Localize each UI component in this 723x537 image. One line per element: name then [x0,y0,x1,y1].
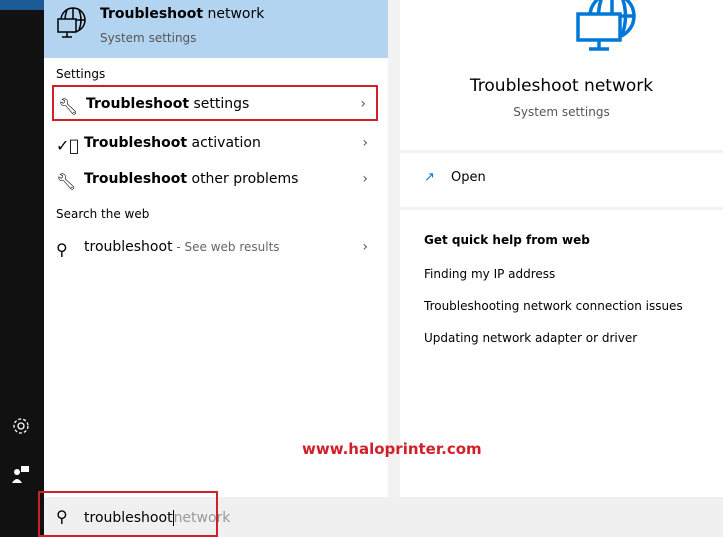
settings-item-troubleshoot-settings[interactable]: 🔧︎ Troubleshoot settings › [52,85,378,121]
best-match-item[interactable]: Troubleshoot network System settings [44,0,388,58]
gear-icon[interactable] [10,415,32,437]
settings-header: Settings [56,67,106,81]
preview-panel: Troubleshoot network System settings ↗ O… [400,0,723,497]
help-header: Get quick help from web [424,233,590,247]
chevron-right-icon: › [362,239,368,255]
feedback-icon[interactable] [10,463,32,485]
check-circle-icon: ✓⃝ [56,136,80,155]
wrench-icon: 🔧︎ [58,97,79,116]
chevron-right-icon: › [360,96,366,112]
help-link[interactable]: Updating network adapter or driver [424,331,637,345]
best-match-subtitle: System settings [100,31,197,45]
chevron-right-icon: › [362,171,368,187]
web-search-item[interactable]: ⚲ troubleshoot - See web results › [52,230,378,266]
preview-title: Troubleshoot network [469,76,654,96]
divider [400,150,723,153]
chevron-right-icon: › [362,135,368,151]
help-link[interactable]: Troubleshooting network connection issue… [424,299,683,313]
wrench-icon: 🔧︎ [56,172,77,191]
help-link[interactable]: Finding my IP address [424,267,555,281]
watermark: www.haloprinter.com [302,440,482,458]
settings-item-troubleshoot-activation[interactable]: ✓⃝ Troubleshoot activation › [52,126,378,162]
divider [400,207,723,210]
web-header: Search the web [56,207,150,221]
preview-subtitle: System settings [513,105,610,119]
best-match-title: Troubleshoot network [100,6,265,22]
network-troubleshoot-icon [576,0,636,51]
start-sidebar [0,0,44,537]
sidebar-top-accent [0,0,44,10]
results-panel: Troubleshoot network System settings Set… [44,0,388,497]
open-icon: ↗ [424,170,435,185]
search-icon: ⚲ [56,240,68,259]
open-button[interactable]: ↗ Open [424,170,486,185]
network-troubleshoot-icon [57,7,86,38]
search-highlight-box [38,491,218,537]
settings-item-troubleshoot-other[interactable]: 🔧︎ Troubleshoot other problems › [52,162,378,198]
